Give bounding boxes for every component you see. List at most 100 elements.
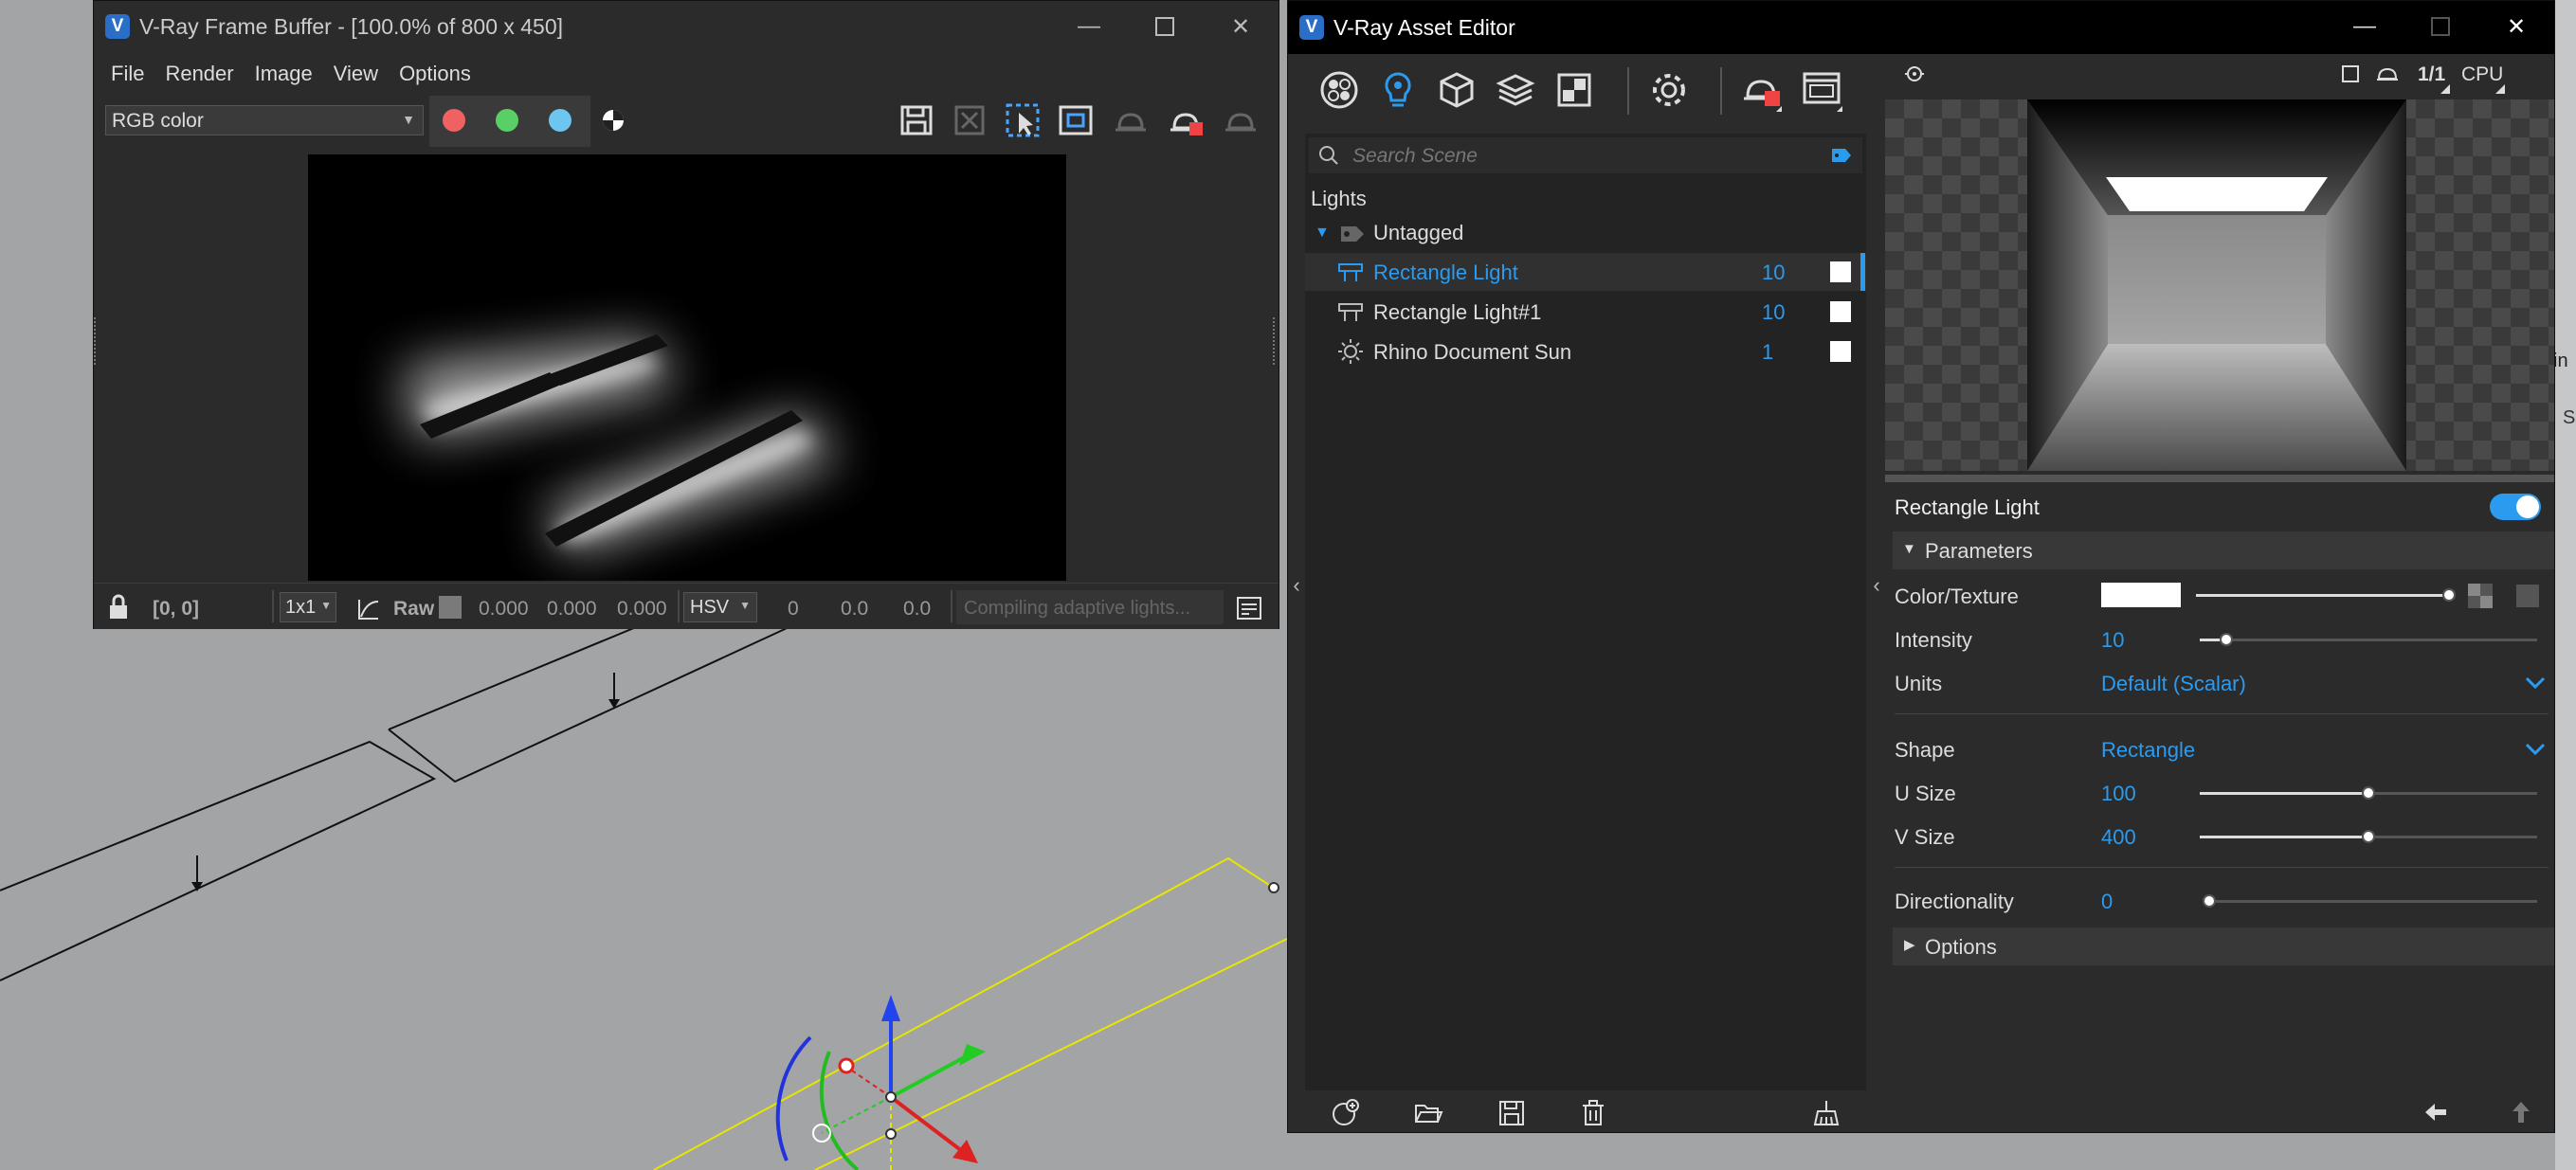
- color-slider-knob[interactable]: [2442, 588, 2456, 602]
- menu-file[interactable]: File: [111, 62, 144, 86]
- maximize-button[interactable]: [1127, 1, 1203, 52]
- u-size-slider-knob[interactable]: [2362, 786, 2375, 800]
- light-intensity[interactable]: 10: [1762, 300, 1785, 325]
- minimize-button[interactable]: —: [1051, 1, 1127, 52]
- preview-ratio[interactable]: 1/1: [2418, 63, 2445, 86]
- sample-size-select[interactable]: 1x1 ▼: [280, 592, 336, 622]
- list-item-light-0[interactable]: Rectangle Light 10: [1305, 253, 1866, 291]
- textures-tab[interactable]: [1551, 67, 1597, 113]
- intensity-value[interactable]: 10: [2101, 628, 2124, 653]
- light-enable-checkbox[interactable]: [1830, 341, 1851, 362]
- frame-buffer-button[interactable]: [1800, 67, 1845, 113]
- chevron-down-icon[interactable]: [2524, 742, 2547, 757]
- layers-tab[interactable]: [1493, 67, 1538, 113]
- color-swatch[interactable]: [2101, 583, 2181, 607]
- render-progress-bar: Compiling adaptive lights...: [956, 590, 1224, 624]
- maximize-icon: [1155, 17, 1174, 36]
- render-last-button[interactable]: [1108, 98, 1153, 143]
- material-preview[interactable]: [1885, 99, 2554, 471]
- light-enable-toggle[interactable]: [2490, 494, 2541, 520]
- preview-options-button[interactable]: [1900, 62, 1929, 90]
- intensity-slider[interactable]: [2200, 639, 2537, 641]
- minimize-button[interactable]: —: [2327, 1, 2403, 52]
- left-collapse-handle[interactable]: [94, 317, 101, 365]
- asset-editor-window: V V-Ray Asset Editor — ✕ Search Scene Li…: [1287, 0, 2555, 1133]
- right-collapse-handle[interactable]: [1273, 317, 1280, 365]
- blue-channel-button[interactable]: [549, 109, 571, 132]
- search-bar[interactable]: Search Scene: [1309, 137, 1862, 173]
- tag-filter-icon[interactable]: [1830, 147, 1853, 164]
- search-icon: [1319, 146, 1338, 165]
- preview-region-button[interactable]: [2338, 62, 2363, 86]
- raw-label: Raw: [393, 598, 435, 620]
- chevron-down-icon[interactable]: [2524, 675, 2547, 691]
- region-select-icon: [1006, 103, 1040, 137]
- intensity-slider-knob[interactable]: [2220, 633, 2233, 646]
- curve-icon[interactable]: [355, 596, 382, 622]
- maximize-button[interactable]: [2403, 1, 2478, 52]
- materials-tab[interactable]: [1316, 67, 1362, 113]
- back-button[interactable]: [2422, 1098, 2450, 1126]
- raw-value-g: 0.000: [547, 598, 597, 620]
- light-intensity[interactable]: 10: [1762, 261, 1785, 285]
- collapse-left-button[interactable]: ‹: [1288, 573, 1305, 611]
- list-item-light-1[interactable]: Rectangle Light#1 10: [1305, 293, 1866, 331]
- directionality-slider[interactable]: [2209, 900, 2537, 903]
- clear-image-button[interactable]: [947, 98, 992, 143]
- menu-render[interactable]: Render: [165, 62, 233, 86]
- lock-icon[interactable]: [107, 594, 132, 621]
- u-size-slider-fill: [2200, 792, 2368, 795]
- color-multiplier-slider[interactable]: [2196, 594, 2452, 597]
- open-file-button[interactable]: [1413, 1098, 1443, 1128]
- menu-image[interactable]: Image: [255, 62, 313, 86]
- geometry-tab[interactable]: [1434, 67, 1479, 113]
- menu-options[interactable]: Options: [399, 62, 471, 86]
- region-render-button[interactable]: [1000, 98, 1045, 143]
- alpha-channel-button[interactable]: [602, 109, 625, 132]
- close-button[interactable]: ✕: [1203, 1, 1279, 52]
- u-size-value[interactable]: 100: [2101, 782, 2136, 806]
- checker-texture-icon: [2468, 584, 2493, 608]
- units-label: Units: [1895, 672, 1943, 695]
- purge-button[interactable]: [1811, 1098, 1841, 1128]
- preview-render-button[interactable]: [2374, 62, 2401, 86]
- v-size-value[interactable]: 400: [2101, 825, 2136, 850]
- group-untagged[interactable]: ▼ Untagged: [1315, 219, 1788, 249]
- track-mouse-button[interactable]: [1053, 98, 1098, 143]
- light-enable-checkbox[interactable]: [1830, 301, 1851, 322]
- add-asset-button[interactable]: [1330, 1098, 1360, 1128]
- delete-asset-button[interactable]: [1578, 1098, 1608, 1128]
- close-button[interactable]: ✕: [2478, 1, 2554, 52]
- units-dropdown[interactable]: Default (Scalar): [2101, 672, 2246, 696]
- shape-dropdown[interactable]: Rectangle: [2101, 738, 2195, 763]
- v-size-slider-knob[interactable]: [2362, 830, 2375, 843]
- channel-select[interactable]: RGB color ▼: [105, 105, 424, 135]
- light-enable-checkbox[interactable]: [1830, 261, 1851, 282]
- raw-color-swatch: [439, 596, 462, 619]
- texture-slot-button[interactable]: [2467, 583, 2494, 609]
- up-button[interactable]: [2507, 1098, 2535, 1126]
- interactive-render-button[interactable]: [1218, 98, 1263, 143]
- texture-clear-button[interactable]: [2516, 585, 2539, 607]
- render-image[interactable]: [308, 154, 1066, 581]
- light-intensity[interactable]: 1: [1762, 340, 1773, 365]
- save-image-button[interactable]: [894, 98, 939, 143]
- preview-engine[interactable]: CPU: [2461, 63, 2503, 86]
- render-button[interactable]: [1739, 67, 1785, 113]
- directionality-value[interactable]: 0: [2101, 890, 2113, 914]
- color-space-select[interactable]: HSV ▼: [683, 592, 757, 622]
- list-item-light-2[interactable]: Rhino Document Sun 1: [1305, 333, 1866, 370]
- red-channel-button[interactable]: [443, 109, 465, 132]
- options-rollout-header[interactable]: ▶ Options: [1893, 927, 2554, 965]
- stop-render-button[interactable]: [1163, 98, 1208, 143]
- collapse-preview-button[interactable]: ‹: [1868, 573, 1885, 611]
- preview-splitter[interactable]: [1885, 475, 2554, 482]
- parameters-rollout-header[interactable]: ▼ Parameters: [1893, 531, 2554, 569]
- lights-tab[interactable]: [1375, 67, 1421, 113]
- save-asset-button[interactable]: [1497, 1098, 1527, 1128]
- log-button[interactable]: [1235, 594, 1263, 622]
- green-channel-button[interactable]: [496, 109, 518, 132]
- settings-tab[interactable]: [1646, 67, 1692, 113]
- menu-view[interactable]: View: [334, 62, 378, 86]
- directionality-slider-knob[interactable]: [2203, 894, 2216, 908]
